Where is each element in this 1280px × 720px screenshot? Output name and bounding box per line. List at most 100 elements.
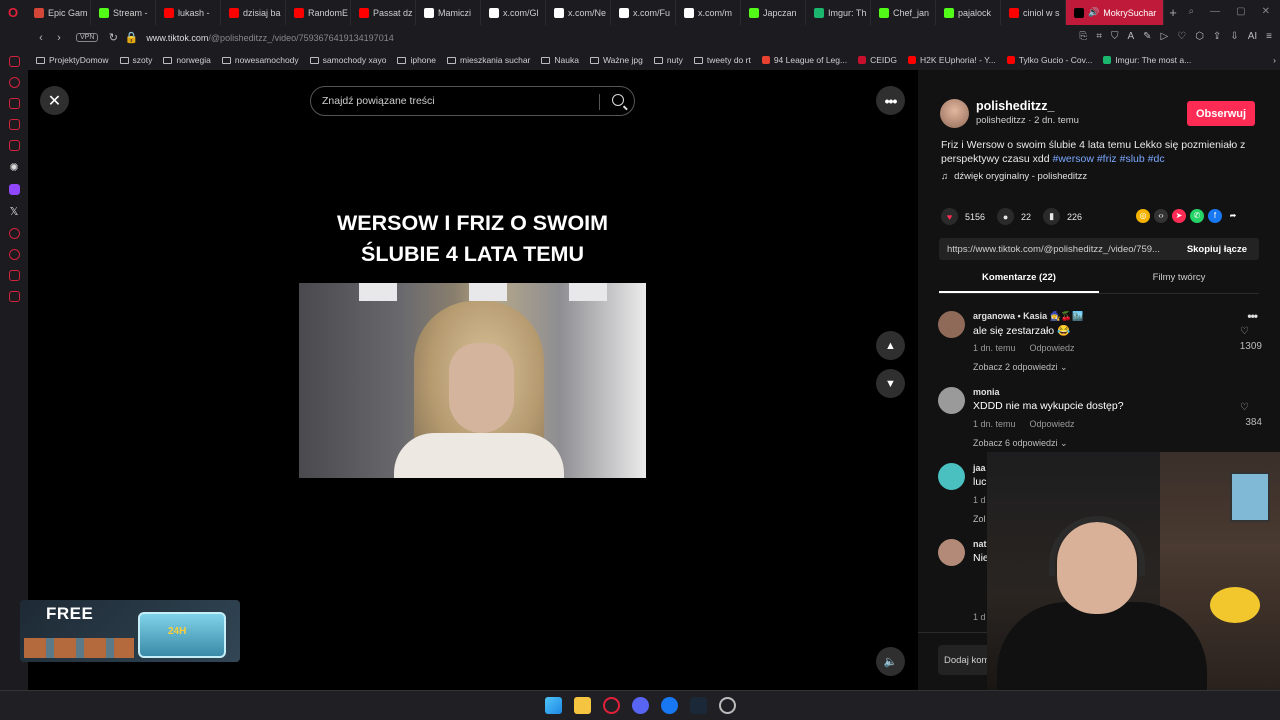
browser-tab[interactable]: Epic Gam [26,0,91,25]
browser-tab[interactable]: x.com/Gl [481,0,546,25]
close-window-icon[interactable]: ✕ [1262,6,1270,17]
bookmark-folder[interactable]: mieszkania suchar [447,55,530,65]
bookmark-folder[interactable]: nuty [653,55,683,65]
bookmark-folder[interactable]: tweety do rt [693,55,751,65]
commenter-name[interactable]: nat [973,539,987,549]
player-icon[interactable] [8,228,20,239]
commenter-name[interactable]: jaa [973,463,986,473]
browser-tab[interactable]: x.com/m [676,0,741,25]
vpn-badge[interactable]: VPN [76,33,99,42]
minimize-icon[interactable]: — [1210,6,1220,17]
menu-icon[interactable]: ≡ [1266,31,1272,42]
url-field[interactable]: www.tiktok.com/@polisheditzz_/video/7593… [146,33,393,43]
browser-tab[interactable]: Mamiczi [416,0,481,25]
previous-video-button[interactable]: ▲ [876,331,905,360]
copy-link-button[interactable]: Skopiuj łącze [1187,244,1247,255]
whatsapp-icon[interactable]: ✆ [1190,209,1204,223]
discord-icon[interactable] [631,697,649,714]
commenter-name[interactable]: arganowa • Kasia 🧙‍♀️🍒🏙️ [973,311,1083,322]
browser-tab[interactable]: pajalock [936,0,1001,25]
x-icon[interactable]: 𝕏 [10,205,19,218]
clock-icon[interactable] [8,249,20,260]
gaming-icon[interactable] [8,270,20,281]
bookmark-site[interactable]: 94 League of Leg... [761,55,847,65]
browser-tab[interactable]: RandomE [286,0,351,25]
maximize-icon[interactable]: ▢ [1236,6,1245,17]
like-button[interactable]: ♥ 5156 [941,208,985,225]
bookmark-folder[interactable]: iphone [397,55,436,65]
bookmark-folder[interactable]: szoty [119,55,152,65]
bookmark-site[interactable]: H2K EUphoria! - Y... [908,55,996,65]
settings-icon[interactable] [8,291,20,302]
sound-link[interactable]: ♫ dźwięk oryginalny - polisheditzz [941,171,1087,182]
commenter-avatar[interactable] [938,311,965,338]
commenter-avatar[interactable] [938,463,965,490]
send-icon[interactable]: ➤ [1172,209,1186,223]
browser-tab[interactable]: Japczan [741,0,806,25]
hashtag-link[interactable]: #friz [1097,153,1117,165]
view-replies-button[interactable]: Zobacz 2 odpowiedzi ⌄ [973,362,1068,373]
creator-avatar[interactable] [940,99,969,128]
history-icon[interactable] [8,77,20,88]
lock-icon[interactable]: 🔒 [122,31,140,44]
share-arrow-icon[interactable]: ➦ [1226,209,1240,223]
bookmark-site[interactable]: Imgur: The most a... [1103,55,1191,65]
search-tabs-icon[interactable]: ⌕ [1189,6,1195,17]
back-icon[interactable]: ‹ [32,32,50,44]
messenger-icon[interactable] [8,56,20,67]
windows-start-icon[interactable] [544,697,562,714]
forward-icon[interactable]: › [50,32,68,44]
browser-tab[interactable]: dzisiaj ba [221,0,286,25]
ai-icon[interactable]: AI [1248,31,1257,42]
reply-button[interactable]: Odpowiedz [1030,419,1075,429]
reply-button[interactable]: Odpowiedz [1030,343,1075,353]
file-explorer-icon[interactable] [573,697,591,714]
browser-tab-active[interactable]: 🔊 MokrySuchar [1066,0,1164,25]
bookmark-folder[interactable]: Nauka [541,55,579,65]
translate-icon[interactable]: A [1127,31,1134,42]
facebook-icon[interactable]: f [1208,209,1222,223]
hashtag-link[interactable]: #wersow [1052,153,1093,165]
notes-icon[interactable] [8,119,20,130]
browser-tab[interactable]: ciniol w s [1001,0,1066,25]
related-search-input[interactable]: Znajdź powiązane treści [310,86,635,116]
bookmark-site[interactable]: CEIDG [858,55,897,65]
bookmark-folder[interactable]: nowesamochody [221,55,299,65]
extensions-icon[interactable]: ⬡ [1195,31,1204,42]
opera-icon[interactable] [602,697,620,714]
download-icon[interactable]: ⇩ [1230,31,1238,42]
bookmark-icon[interactable]: ⎘ [1079,31,1087,42]
hashtag-link[interactable]: #dc [1148,153,1165,165]
new-tab-button[interactable]: + [1164,5,1182,20]
follow-button[interactable]: Obserwuj [1187,101,1255,126]
view-replies-button[interactable]: Zobacz 6 odpowiedzi ⌄ [973,438,1068,449]
twitch-icon[interactable] [8,184,20,195]
commenter-name[interactable]: monia [973,387,1000,397]
view-replies-button[interactable]: Zol [973,514,986,524]
comment-like-icon[interactable]: ♡ [1240,326,1249,337]
bookmarks-overflow-icon[interactable]: › [1273,55,1276,65]
save-button[interactable]: ▮ 226 [1043,208,1082,225]
browser-tab[interactable]: x.com/Ne [546,0,611,25]
heart-icon[interactable]: ♡ [1177,31,1186,42]
close-video-button[interactable]: ✕ [40,86,69,115]
snapshot-icon[interactable]: ⌗ [1096,31,1102,42]
chatgpt-icon[interactable]: ✺ [9,161,18,174]
video-player[interactable]: WERSOW I FRIZ O SWOIM ŚLUBIE 4 LATA TEMU [299,120,646,688]
play-icon[interactable]: ▷ [1161,31,1169,42]
sound-icon[interactable]: 🔊 [1088,7,1099,18]
commenter-avatar[interactable] [938,539,965,566]
shield-icon[interactable]: ⛉ [1111,31,1119,42]
share-icon[interactable]: ⇪ [1213,31,1221,42]
commenter-avatar[interactable] [938,387,965,414]
creator-username[interactable]: polisheditzz_ [976,99,1054,113]
browser-tab[interactable]: Imgur: Th [806,0,871,25]
wallet-icon[interactable] [8,98,20,109]
hashtag-link[interactable]: #slub [1120,153,1145,165]
tab-comments[interactable]: Komentarze (22) [939,272,1099,293]
tab-creator-videos[interactable]: Filmy twórcy [1099,272,1259,293]
search-icon[interactable] [612,94,624,106]
volume-button[interactable]: 🔈 [876,647,905,676]
next-video-button[interactable]: ▼ [876,369,905,398]
settings-icon[interactable] [718,697,736,714]
